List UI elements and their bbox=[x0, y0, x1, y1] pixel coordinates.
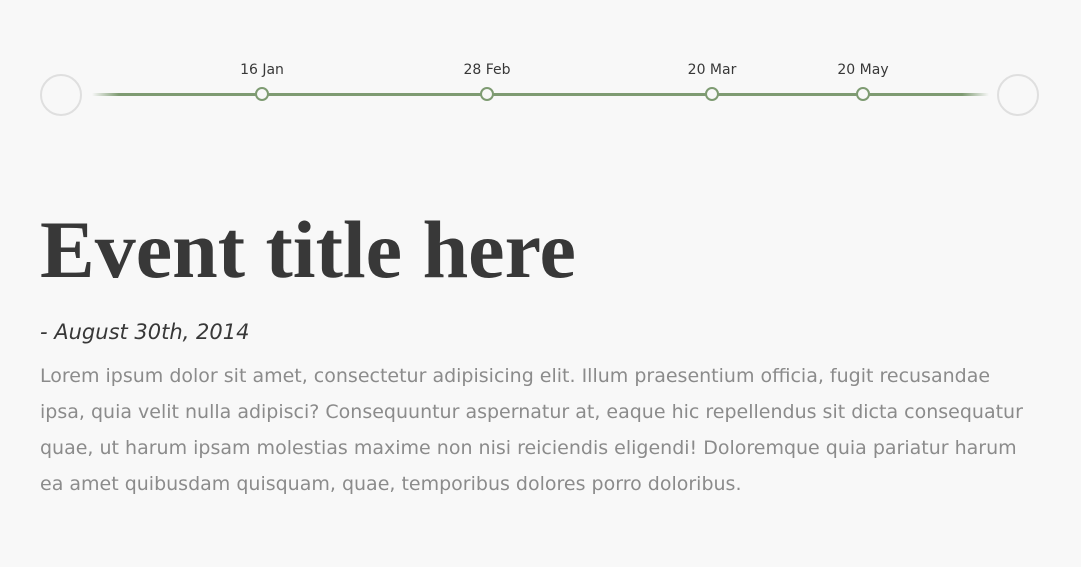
timeline-event-1[interactable]: 16 Jan bbox=[202, 60, 322, 104]
timeline-next-button[interactable] bbox=[997, 74, 1039, 116]
event-content: Event title here - August 30th, 2014 Lor… bbox=[40, 200, 1040, 502]
timeline-event-date: 20 Mar bbox=[687, 62, 737, 78]
timeline-event-date: 20 May bbox=[837, 62, 889, 78]
timeline-event-dot-icon bbox=[856, 87, 870, 101]
event-date: - August 30th, 2014 bbox=[40, 320, 250, 344]
timeline: 16 Jan 28 Feb 20 Mar 20 May bbox=[0, 0, 1081, 140]
timeline-event-4[interactable]: 20 May bbox=[803, 60, 923, 104]
timeline-event-dot-icon bbox=[705, 87, 719, 101]
timeline-event-3[interactable]: 20 Mar bbox=[652, 60, 772, 104]
timeline-prev-button[interactable] bbox=[40, 74, 82, 116]
timeline-event-date: 28 Feb bbox=[463, 62, 511, 78]
timeline-event-dot-icon bbox=[480, 87, 494, 101]
timeline-event-date: 16 Jan bbox=[240, 62, 284, 78]
timeline-event-2[interactable]: 28 Feb bbox=[427, 60, 547, 104]
timeline-event-dot-icon bbox=[255, 87, 269, 101]
event-description: Lorem ipsum dolor sit amet, consectetur … bbox=[40, 365, 1023, 495]
event-title: Event title here bbox=[40, 204, 576, 295]
